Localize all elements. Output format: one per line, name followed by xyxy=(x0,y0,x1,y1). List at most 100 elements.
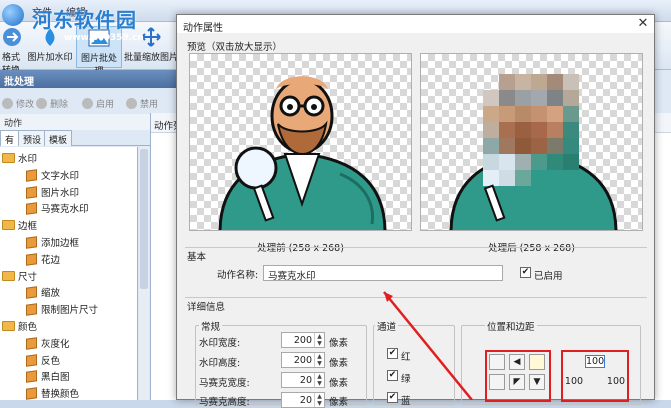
tree-category[interactable]: 水印 xyxy=(2,151,37,167)
tree-item-label: 灰度化 xyxy=(41,338,70,350)
scrollbar-thumb[interactable] xyxy=(140,149,148,289)
action-box-icon xyxy=(26,370,37,384)
tree-category[interactable]: 颜色 xyxy=(2,319,37,335)
watermark-height-value: 200 xyxy=(293,355,312,366)
channel-group xyxy=(373,325,455,405)
tab-template[interactable]: 模板 xyxy=(44,130,73,146)
action-box-icon xyxy=(26,286,37,300)
margin-grid: 100 100 100 xyxy=(561,350,629,402)
watermark-height-stepper[interactable]: 200 ▲ ▼ xyxy=(281,352,325,368)
tree-category[interactable]: 边框 xyxy=(2,218,37,234)
anchor-top-center[interactable]: ◀ xyxy=(509,354,525,370)
disable-icon xyxy=(126,98,137,109)
spinner-arrows-icon[interactable]: ▲ ▼ xyxy=(314,393,324,407)
preview-label: 预览（双击放大显示） xyxy=(187,42,283,53)
action-box-icon xyxy=(26,169,37,182)
tree-item-label: 图片水印 xyxy=(41,187,80,199)
action-box-icon xyxy=(26,387,37,400)
divider xyxy=(185,297,647,298)
margin-right-input[interactable]: 100 xyxy=(605,376,627,387)
mosaic-width-value: 20 xyxy=(299,375,312,386)
batch-header-label: 批处理 xyxy=(4,77,34,88)
unit-label: 像素 xyxy=(329,338,349,349)
dialog-title-bar: 动作属性 ✕ xyxy=(177,15,654,34)
action-properties-dialog: 动作属性 ✕ 预览（双击放大显示） 处理前 (258 x 268) 处理后 (2… xyxy=(176,14,655,408)
tree-item[interactable]: 缩放 xyxy=(26,285,60,301)
action-name-input[interactable]: 马赛克水印 xyxy=(263,265,503,282)
tree-category[interactable]: 尺寸 xyxy=(2,269,37,285)
tree-item-label: 文字水印 xyxy=(41,170,80,182)
anchor-center[interactable]: ◤ xyxy=(509,374,525,390)
anchor-middle-left[interactable] xyxy=(489,374,505,390)
basic-label: 基本 xyxy=(187,252,207,263)
general-title: 常规 xyxy=(199,319,223,333)
action-box-icon xyxy=(26,202,37,216)
anchor-top-left[interactable] xyxy=(489,354,505,370)
tree-scrollbar[interactable] xyxy=(139,147,149,400)
tab-all[interactable]: 有 xyxy=(0,130,20,146)
edit-icon xyxy=(2,98,13,109)
anchor-grid: ◀ ◤ ▼ xyxy=(485,350,551,402)
folder-icon xyxy=(2,220,15,231)
folder-icon xyxy=(2,321,15,331)
spinner-arrows-icon[interactable]: ▲ ▼ xyxy=(314,333,324,347)
tab-preset[interactable]: 预设 xyxy=(18,130,47,146)
edit-label: 修改 xyxy=(16,100,35,110)
unit-label: 像素 xyxy=(329,397,349,408)
delete-icon xyxy=(36,98,47,109)
tree-item-label: 替换颜色 xyxy=(41,389,80,401)
green-channel-checkbox[interactable]: ✔ xyxy=(387,370,398,381)
tree-item[interactable]: 花边 xyxy=(26,252,60,268)
preview-before[interactable] xyxy=(189,53,412,231)
delete-button[interactable]: 删除 xyxy=(36,97,68,110)
tree-item[interactable]: 限制图片尺寸 xyxy=(26,302,98,318)
folder-icon xyxy=(2,153,15,163)
tree-item[interactable]: 黑白图 xyxy=(26,369,70,385)
watermark-width-stepper[interactable]: 200 ▲ ▼ xyxy=(281,332,325,348)
action-box-icon xyxy=(26,303,37,316)
tree-item-label: 边框 xyxy=(18,221,38,233)
close-icon[interactable]: ✕ xyxy=(636,17,650,31)
margin-left-value: 100 xyxy=(564,376,584,387)
green-channel-label: 绿 xyxy=(401,374,411,385)
margin-top-value: 100 xyxy=(586,356,605,367)
batch-panel-header: 批处理 xyxy=(0,70,180,88)
tree-item-label: 黑白图 xyxy=(41,372,70,384)
margin-left-input[interactable]: 100 xyxy=(563,376,585,387)
margin-top-input[interactable]: 100 xyxy=(585,355,605,368)
enabled-checkbox[interactable]: ✔ xyxy=(520,267,531,278)
mosaic-width-stepper[interactable]: 20 ▲ ▼ xyxy=(281,372,325,388)
cartoon-man-image xyxy=(218,76,387,230)
disable-label: 禁用 xyxy=(140,100,159,110)
delete-label: 删除 xyxy=(50,100,69,110)
red-channel-label: 红 xyxy=(401,352,411,363)
tree-item[interactable]: 添加边框 xyxy=(26,235,79,251)
tree-item-label: 尺寸 xyxy=(18,271,38,283)
tree-item[interactable]: 图片水印 xyxy=(26,185,79,201)
tree-item[interactable]: 马赛克水印 xyxy=(26,201,89,217)
red-channel-checkbox[interactable]: ✔ xyxy=(387,348,398,359)
tree-item[interactable]: 文字水印 xyxy=(26,168,79,184)
action-box-icon xyxy=(26,253,37,266)
edit-button[interactable]: 修改 xyxy=(2,97,34,110)
tree-item[interactable]: 灰度化 xyxy=(26,336,70,352)
blue-channel-label: 蓝 xyxy=(401,396,411,407)
tree-item[interactable]: 反色 xyxy=(26,353,60,369)
anchor-top-right[interactable] xyxy=(529,354,545,370)
watermark-text: 河东软件园 xyxy=(32,8,137,32)
blue-channel-checkbox[interactable]: ✔ xyxy=(387,392,398,403)
disable-button[interactable]: 禁用 xyxy=(126,97,158,110)
mosaic-height-stepper[interactable]: 20 ▲ ▼ xyxy=(281,392,325,408)
position-title: 位置和边距 xyxy=(485,319,537,333)
dialog-title: 动作属性 xyxy=(183,23,223,34)
action-header-label: 动作 xyxy=(4,119,23,129)
enable-icon xyxy=(82,98,93,109)
tree-item-label: 颜色 xyxy=(18,322,38,333)
preview-after[interactable] xyxy=(420,53,643,231)
spinner-arrows-icon[interactable]: ▲ ▼ xyxy=(314,373,324,387)
action-toolbar: 修改 删除 启用 禁用 xyxy=(0,91,180,113)
spinner-arrows-icon[interactable]: ▲ ▼ xyxy=(314,353,324,367)
anchor-middle-right[interactable]: ▼ xyxy=(529,374,545,390)
enable-button[interactable]: 启用 xyxy=(82,97,114,110)
tree-item-label: 反色 xyxy=(41,355,61,367)
